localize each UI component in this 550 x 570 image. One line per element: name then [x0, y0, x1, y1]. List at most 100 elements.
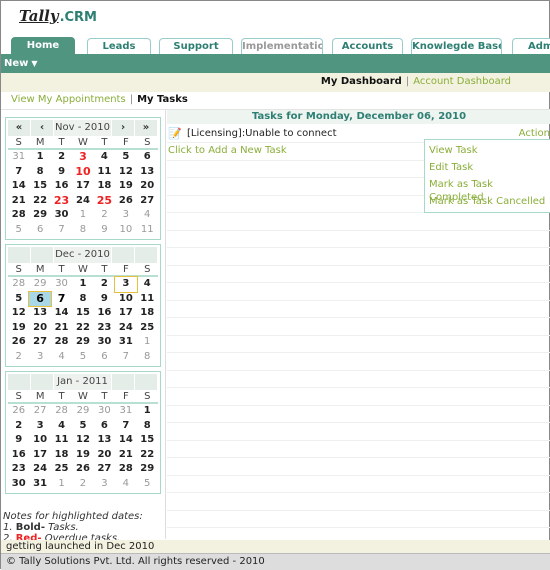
calendar-day[interactable]: 5	[8, 292, 29, 307]
calendar-day[interactable]: 6	[28, 290, 52, 307]
calendar-day[interactable]: 8	[29, 165, 50, 180]
calendar-day[interactable]: 30	[94, 404, 115, 419]
calendar-day[interactable]: 6	[137, 150, 158, 165]
calendar-day[interactable]: 16	[51, 179, 72, 194]
calendar-day[interactable]: 4	[137, 208, 158, 223]
calendar-day[interactable]: 22	[137, 448, 158, 463]
calendar-day[interactable]: 18	[137, 306, 158, 321]
next-year-button[interactable]: »	[135, 120, 157, 136]
calendar-day[interactable]: 11	[94, 165, 115, 180]
add-task-link[interactable]: Click to Add a New Task	[168, 145, 287, 156]
calendar-day[interactable]: 2	[72, 477, 93, 492]
calendar-day[interactable]: 1	[51, 477, 72, 492]
calendar-day[interactable]: 28	[8, 208, 29, 223]
calendar-day[interactable]: 8	[72, 223, 93, 238]
calendar-day[interactable]: 27	[94, 462, 115, 477]
calendar-day[interactable]: 13	[29, 306, 50, 321]
calendar-day[interactable]: 13	[94, 433, 115, 448]
calendar-day[interactable]: 17	[72, 179, 93, 194]
calendar-day[interactable]: 11	[137, 292, 158, 307]
calendar-day[interactable]: 22	[29, 194, 50, 209]
calendar-day[interactable]: 7	[51, 223, 72, 238]
calendar-day[interactable]: 4	[115, 477, 136, 492]
tab-admin[interactable]: Adm	[512, 38, 550, 54]
calendar-day[interactable]: 29	[29, 208, 50, 223]
calendar-day[interactable]: 5	[137, 477, 158, 492]
calendar-day[interactable]: 21	[8, 194, 29, 209]
calendar-day[interactable]: 6	[94, 419, 115, 434]
calendar-day[interactable]: 26	[8, 335, 29, 350]
calendar-day[interactable]: 28	[8, 277, 29, 292]
calendar-day[interactable]: 9	[51, 165, 72, 180]
calendar-day[interactable]: 7	[115, 350, 136, 365]
calendar-day[interactable]: 29	[72, 404, 93, 419]
menu-mark-cancelled[interactable]: Mark as Task Cancelled	[425, 193, 550, 210]
calendar-day[interactable]: 22	[72, 321, 93, 336]
tab-support[interactable]: Support	[159, 38, 233, 54]
next-month-button[interactable]	[112, 374, 134, 390]
calendar-day[interactable]: 15	[29, 179, 50, 194]
calendar-day[interactable]: 20	[29, 321, 50, 336]
calendar-day[interactable]: 19	[115, 179, 136, 194]
calendar-day[interactable]: 5	[115, 150, 136, 165]
calendar-day[interactable]: 18	[94, 179, 115, 194]
calendar-day[interactable]: 7	[51, 292, 72, 307]
calendar-day[interactable]: 1	[72, 277, 93, 292]
calendar-day[interactable]: 19	[72, 448, 93, 463]
calendar-day[interactable]: 9	[94, 292, 115, 307]
tab-implementation[interactable]: Implementation	[241, 38, 323, 54]
menu-mark-completed[interactable]: Mark as Task Completed	[425, 176, 550, 203]
prev-year-button[interactable]: «	[8, 120, 30, 136]
calendar-day[interactable]: 20	[94, 448, 115, 463]
calendar-day[interactable]: 17	[29, 448, 50, 463]
calendar-day[interactable]: 5	[72, 350, 93, 365]
tab-leads[interactable]: Leads	[87, 38, 151, 54]
calendar-day[interactable]: 9	[94, 223, 115, 238]
calendar-day[interactable]: 25	[137, 321, 158, 336]
calendar-day[interactable]: 7	[8, 165, 29, 180]
calendar-day[interactable]: 24	[115, 321, 136, 336]
calendar-day[interactable]: 14	[115, 433, 136, 448]
my-tasks-link[interactable]: My Tasks	[137, 94, 188, 105]
calendar-day[interactable]: 21	[115, 448, 136, 463]
calendar-day[interactable]: 30	[8, 477, 29, 492]
calendar-day[interactable]: 4	[51, 419, 72, 434]
calendar-day[interactable]: 1	[72, 208, 93, 223]
prev-year-button[interactable]	[8, 247, 30, 263]
calendar-day[interactable]: 2	[94, 277, 115, 292]
calendar-day[interactable]: 10	[115, 223, 136, 238]
calendar-day[interactable]: 25	[51, 462, 72, 477]
calendar-day[interactable]: 21	[51, 321, 72, 336]
calendar-day[interactable]: 31	[115, 335, 136, 350]
calendar-day[interactable]: 8	[72, 292, 93, 307]
next-year-button[interactable]	[135, 247, 157, 263]
calendar-day[interactable]: 26	[72, 462, 93, 477]
calendar-day[interactable]: 9	[8, 433, 29, 448]
calendar-day[interactable]: 25	[94, 194, 115, 209]
calendar-day[interactable]: 3	[115, 208, 136, 223]
calendar-day[interactable]: 12	[8, 306, 29, 321]
calendar-day[interactable]: 23	[8, 462, 29, 477]
calendar-day[interactable]: 4	[137, 277, 158, 292]
calendar-day[interactable]: 26	[115, 194, 136, 209]
calendar-day[interactable]: 15	[137, 433, 158, 448]
next-month-button[interactable]: ›	[112, 120, 134, 136]
calendar-day[interactable]: 17	[115, 306, 136, 321]
calendar-day[interactable]: 12	[72, 433, 93, 448]
calendar-day[interactable]: 14	[8, 179, 29, 194]
calendar-day[interactable]: 31	[8, 150, 29, 165]
calendar-day[interactable]: 30	[51, 277, 72, 292]
calendar-day[interactable]: 5	[8, 223, 29, 238]
calendar-day[interactable]: 3	[114, 276, 138, 293]
tab-knowledge-base[interactable]: Knowlegde Base	[411, 38, 502, 54]
calendar-day[interactable]: 15	[72, 306, 93, 321]
calendar-day[interactable]: 3	[29, 419, 50, 434]
calendar-day[interactable]: 6	[94, 350, 115, 365]
calendar-day[interactable]: 28	[51, 404, 72, 419]
calendar-day[interactable]: 16	[94, 306, 115, 321]
calendar-day[interactable]: 3	[72, 150, 93, 165]
calendar-day[interactable]: 29	[29, 277, 50, 292]
calendar-day[interactable]: 27	[137, 194, 158, 209]
calendar-day[interactable]: 7	[115, 419, 136, 434]
calendar-day[interactable]: 24	[72, 194, 93, 209]
